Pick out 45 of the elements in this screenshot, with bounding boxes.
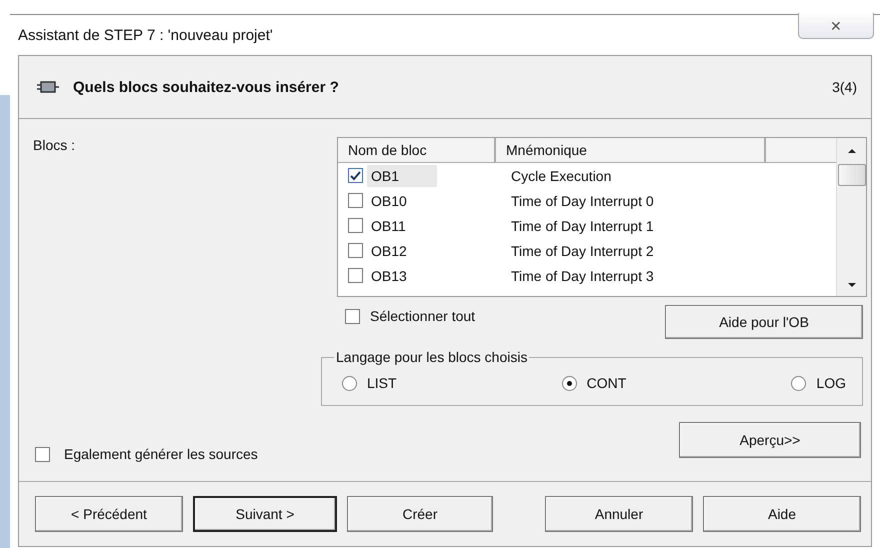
block-name-cell[interactable]: OB13 bbox=[367, 264, 437, 286]
checkbox[interactable] bbox=[348, 218, 363, 233]
mnemonic-cell: Time of Day Interrupt 1 bbox=[511, 218, 654, 234]
mnemonic-cell: Time of Day Interrupt 2 bbox=[511, 242, 654, 258]
radio-label[interactable]: LOG bbox=[816, 375, 846, 391]
block-name-cell[interactable]: OB11 bbox=[367, 214, 437, 236]
scroll-down-icon[interactable] bbox=[846, 282, 856, 288]
scrollbar[interactable] bbox=[836, 138, 866, 296]
step-heading: Quels blocs souhaitez-vous insérer ? bbox=[73, 78, 340, 96]
radio-label[interactable]: LIST bbox=[367, 375, 397, 391]
checkbox[interactable] bbox=[348, 243, 363, 258]
preview-button[interactable]: Aperçu>> bbox=[679, 422, 861, 458]
wizard-button[interactable]: Aide bbox=[703, 496, 861, 532]
column-header[interactable]: Mnémonique bbox=[496, 138, 766, 162]
radio-button[interactable] bbox=[791, 376, 806, 390]
scroll-thumb[interactable] bbox=[838, 164, 866, 186]
wizard-button[interactable]: Créer bbox=[347, 496, 493, 532]
window-title: Assistant de STEP 7 : 'nouveau projet' bbox=[18, 26, 273, 44]
group-title: Langage pour les blocs choisis bbox=[335, 349, 528, 365]
column-header[interactable]: Nom de bloc bbox=[338, 138, 496, 162]
blocks-label: Blocs : bbox=[33, 137, 76, 153]
mnemonic-cell: Cycle Execution bbox=[511, 168, 612, 184]
radio-button[interactable] bbox=[562, 376, 577, 390]
checkbox-label[interactable]: Sélectionner tout bbox=[370, 308, 476, 324]
checkbox[interactable] bbox=[35, 446, 50, 462]
checkbox[interactable] bbox=[348, 168, 363, 183]
close-button[interactable]: ✕ bbox=[798, 13, 874, 39]
block-name-cell[interactable]: OB12 bbox=[367, 240, 437, 262]
scroll-up-icon[interactable] bbox=[846, 148, 856, 154]
wizard-button[interactable]: Annuler bbox=[545, 496, 693, 532]
checkbox[interactable] bbox=[348, 193, 363, 208]
mnemonic-cell: Time of Day Interrupt 3 bbox=[511, 268, 654, 284]
step-counter: 3(4) bbox=[832, 79, 857, 95]
radio-button[interactable] bbox=[342, 376, 357, 390]
block-name-cell[interactable]: OB10 bbox=[367, 190, 437, 212]
radio-label[interactable]: CONT bbox=[586, 375, 626, 391]
block-icon bbox=[37, 80, 59, 94]
ob-help-button[interactable]: Aide pour l'OB bbox=[665, 305, 863, 339]
block-name-cell[interactable]: OB1 bbox=[367, 164, 437, 186]
wizard-button[interactable]: Suivant > bbox=[193, 496, 337, 532]
checkbox[interactable] bbox=[348, 268, 363, 283]
checkbox-label[interactable]: Egalement générer les sources bbox=[64, 446, 258, 462]
mnemonic-cell: Time of Day Interrupt 0 bbox=[511, 192, 654, 208]
checkbox[interactable] bbox=[345, 308, 360, 324]
wizard-button[interactable]: < Précédent bbox=[35, 496, 183, 532]
